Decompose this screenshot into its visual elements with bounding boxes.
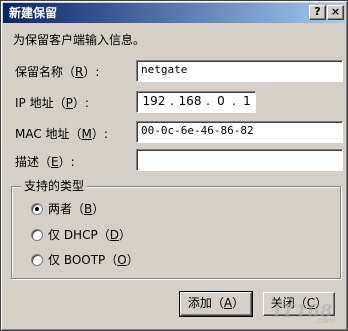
ip-dot: . bbox=[170, 94, 174, 108]
mac-address-label: MAC 地址（M）: bbox=[15, 127, 108, 141]
radio-button[interactable] bbox=[31, 203, 43, 215]
ip-octet-1[interactable]: 192 bbox=[141, 92, 167, 110]
title-bar[interactable]: 新建保留 ? × bbox=[3, 3, 345, 23]
close-icon[interactable]: × bbox=[327, 5, 344, 20]
ip-address-input[interactable]: 192. 168. 0. 1 bbox=[136, 91, 256, 113]
radio-label: 仅 BOOTP（O） bbox=[48, 253, 139, 267]
ip-dot: . bbox=[206, 94, 210, 108]
radio-button[interactable] bbox=[31, 229, 43, 241]
radio-button[interactable] bbox=[31, 254, 43, 266]
description-label: 描述（E）: bbox=[15, 155, 75, 169]
ip-octet-4[interactable]: 1 bbox=[239, 92, 255, 110]
intro-text: 为保留客户端输入信息。 bbox=[13, 33, 146, 47]
ip-octet-3[interactable]: 0 bbox=[213, 92, 229, 110]
new-reservation-dialog: 新建保留 ? × 为保留客户端输入信息。 保留名称（R）: netgate IP… bbox=[0, 0, 348, 331]
reservation-name-label: 保留名称（R）: bbox=[15, 65, 100, 79]
help-icon[interactable]: ? bbox=[309, 5, 326, 20]
description-input[interactable] bbox=[136, 149, 343, 171]
ip-address-label: IP 地址（P）: bbox=[15, 96, 89, 110]
ip-octet-2[interactable]: 168 bbox=[177, 92, 203, 110]
ip-dot: . bbox=[232, 94, 236, 108]
radio-label: 仅 DHCP（D） bbox=[48, 228, 131, 242]
dialog-title: 新建保留 bbox=[9, 6, 58, 20]
radio-label: 两者（B） bbox=[48, 202, 105, 216]
add-button[interactable]: 添加（A） bbox=[179, 291, 253, 317]
reservation-name-input[interactable]: netgate bbox=[136, 60, 343, 82]
mac-address-input[interactable]: 00-0c-6e-46-86-82 bbox=[136, 121, 343, 143]
supported-types-legend: 支持的类型 bbox=[21, 179, 88, 193]
radio-selected-dot bbox=[35, 207, 39, 211]
watermark-domain: .com bbox=[315, 316, 335, 325]
